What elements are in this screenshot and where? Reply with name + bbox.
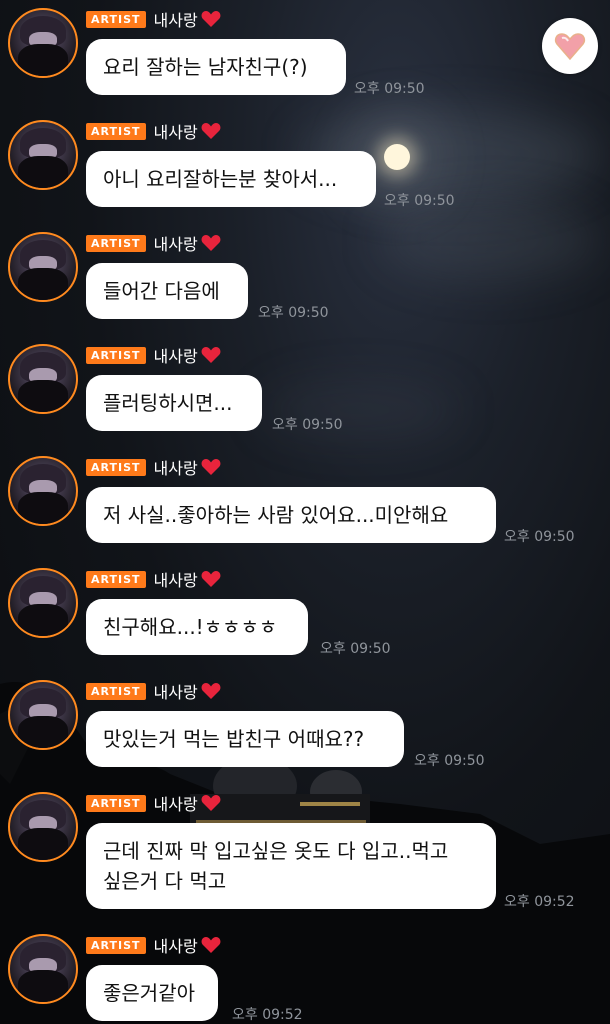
sender-name: 내사랑 [153, 683, 198, 702]
red-heart-icon [201, 123, 221, 139]
avatar[interactable] [8, 680, 78, 750]
artist-badge: ARTIST [86, 10, 146, 28]
avatar[interactable] [8, 344, 78, 414]
artist-badge: ARTIST [86, 794, 146, 812]
message-bubble: 저 사실..좋아하는 사람 있어요...미안해요 [86, 487, 496, 543]
sender-line: ARTIST 내사랑 [86, 232, 221, 254]
message-bubble: 친구해요...!ㅎㅎㅎㅎ [86, 599, 308, 655]
sender-line: ARTIST 내사랑 [86, 8, 221, 30]
red-heart-icon [201, 347, 221, 363]
message-time: 오후 09:50 [354, 81, 425, 97]
message-time: 오후 09:50 [272, 417, 343, 433]
artist-badge: ARTIST [86, 346, 146, 364]
red-heart-icon [201, 795, 221, 811]
artist-badge: ARTIST [86, 682, 146, 700]
message-bubble: 아니 요리잘하는분 찾아서... [86, 151, 376, 207]
message-time: 오후 09:50 [384, 193, 455, 209]
artist-badge: ARTIST [86, 458, 146, 476]
red-heart-icon [201, 937, 221, 953]
message-line: 근데 진짜 막 입고싶은 옷도 다 입고..먹고 [103, 839, 449, 863]
message-bubble: 들어간 다음에 [86, 263, 248, 319]
message-bubble: 좋은거같아 [86, 965, 218, 1021]
sender-name: 내사랑 [153, 937, 198, 956]
message-bubble: 요리 잘하는 남자친구(?) [86, 39, 346, 95]
sender-name: 내사랑 [153, 235, 198, 254]
sender-name: 내사랑 [153, 347, 198, 366]
artist-badge: ARTIST [86, 234, 146, 252]
sender-name: 내사랑 [153, 571, 198, 590]
sender-line: ARTIST 내사랑 [86, 680, 221, 702]
avatar[interactable] [8, 792, 78, 862]
red-heart-icon [201, 571, 221, 587]
moon [384, 144, 410, 170]
red-heart-icon [201, 459, 221, 475]
message-time: 오후 09:50 [320, 641, 391, 657]
heart-gem-icon [554, 33, 586, 61]
red-heart-icon [201, 235, 221, 251]
sender-line: ARTIST 내사랑 [86, 568, 221, 590]
favorite-button[interactable] [542, 18, 598, 74]
artist-badge: ARTIST [86, 122, 146, 140]
message-time: 오후 09:52 [504, 894, 575, 910]
artist-badge: ARTIST [86, 936, 146, 954]
sender-name: 내사랑 [153, 11, 198, 30]
red-heart-icon [201, 683, 221, 699]
avatar[interactable] [8, 934, 78, 1004]
sender-line: ARTIST 내사랑 [86, 456, 221, 478]
sender-line: ARTIST 내사랑 [86, 120, 221, 142]
message-time: 오후 09:52 [232, 1007, 303, 1023]
avatar[interactable] [8, 456, 78, 526]
message-time: 오후 09:50 [414, 753, 485, 769]
sender-line: ARTIST 내사랑 [86, 792, 221, 814]
message-bubble: 플러팅하시면... [86, 375, 262, 431]
message-time: 오후 09:50 [504, 529, 575, 545]
avatar[interactable] [8, 8, 78, 78]
artist-badge: ARTIST [86, 570, 146, 588]
sender-line: ARTIST 내사랑 [86, 344, 221, 366]
message-bubble: 근데 진짜 막 입고싶은 옷도 다 입고..먹고 싶은거 다 먹고 [86, 823, 496, 909]
red-heart-icon [201, 11, 221, 27]
sender-name: 내사랑 [153, 123, 198, 142]
sender-name: 내사랑 [153, 795, 198, 814]
avatar[interactable] [8, 568, 78, 638]
sender-line: ARTIST 내사랑 [86, 934, 221, 956]
message-line: 싶은거 다 먹고 [103, 869, 227, 893]
avatar[interactable] [8, 232, 78, 302]
message-bubble: 맛있는거 먹는 밥친구 어때요?? [86, 711, 404, 767]
avatar[interactable] [8, 120, 78, 190]
sender-name: 내사랑 [153, 459, 198, 478]
message-time: 오후 09:50 [258, 305, 329, 321]
